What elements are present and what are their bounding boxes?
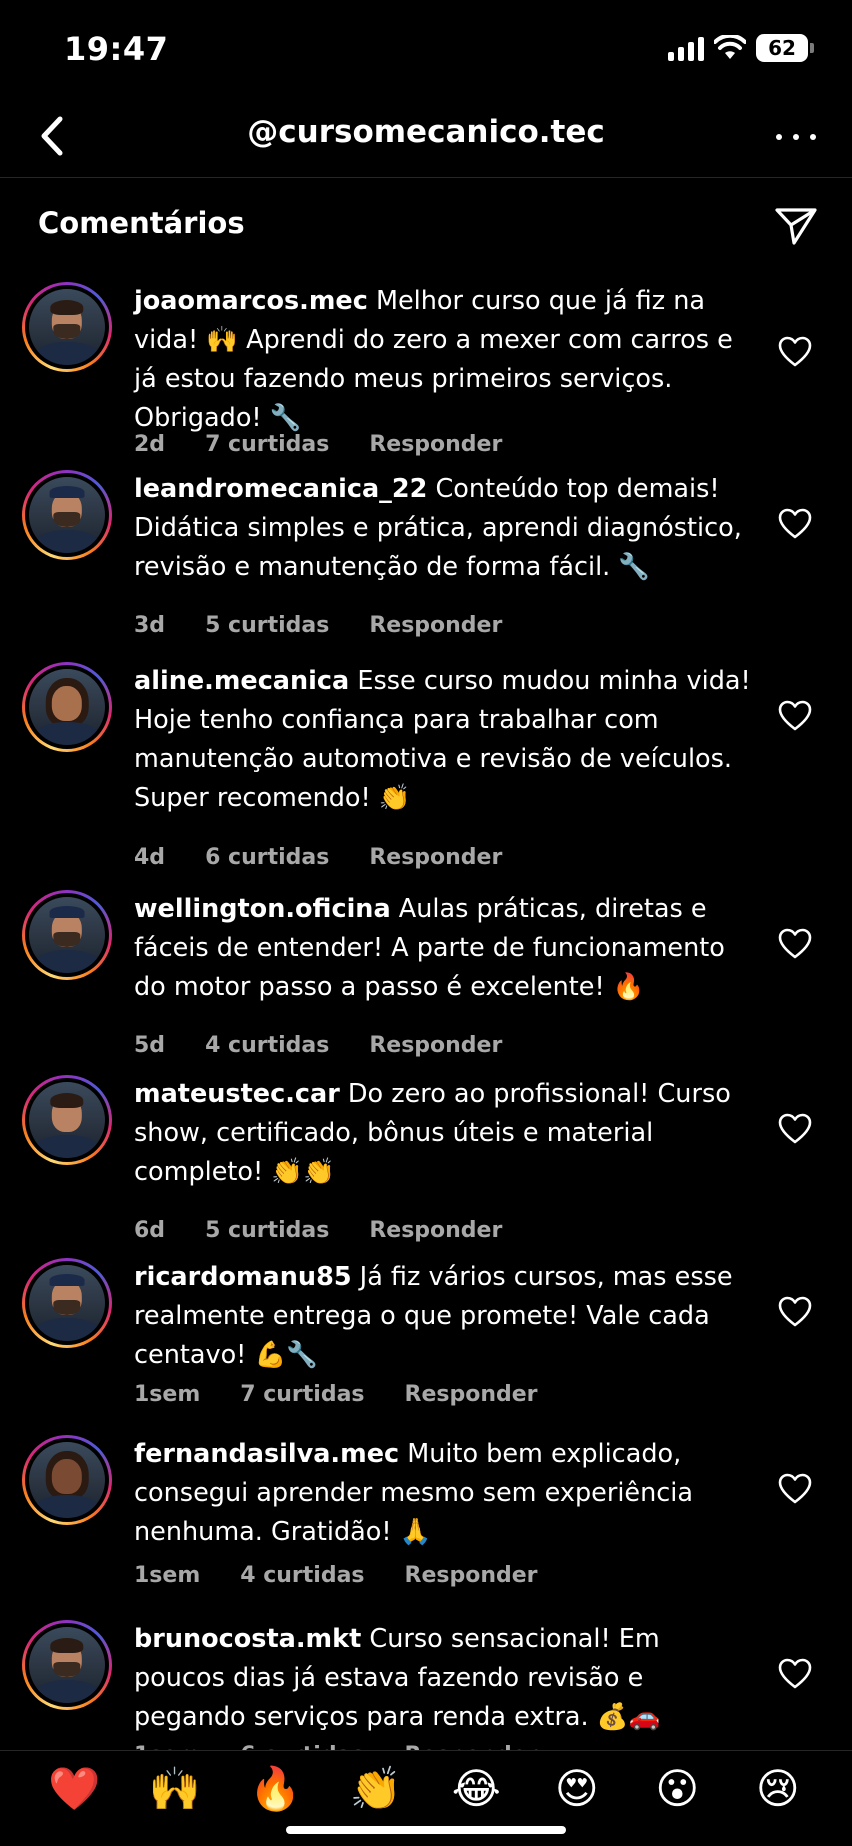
reply-button[interactable]: Responder <box>369 1218 502 1243</box>
comment-likes[interactable]: 7 curtidas <box>240 1382 364 1407</box>
heart-icon[interactable] <box>778 1296 812 1328</box>
heart-icon[interactable] <box>778 1658 812 1690</box>
signal-icon <box>668 35 704 61</box>
comment-username[interactable]: wellington.oficina <box>134 894 391 924</box>
comment-text: leandromecanica_22 Conteúdo top demais! … <box>134 470 754 587</box>
heart-icon[interactable] <box>778 928 812 960</box>
heart-icon[interactable] <box>778 1113 812 1145</box>
home-indicator[interactable] <box>286 1826 566 1834</box>
avatar[interactable] <box>22 1435 112 1525</box>
reaction-sad[interactable]: 😢 <box>748 1763 808 1815</box>
reaction-fire[interactable]: 🔥 <box>245 1763 305 1815</box>
comment-username[interactable]: leandromecanica_22 <box>134 474 427 504</box>
page-title: @cursomecanico.tec <box>247 114 605 150</box>
comment-time: 6d <box>134 1218 166 1243</box>
comment-meta: 2d 7 curtidas Responder <box>134 432 542 457</box>
reaction-surprised[interactable]: 😮 <box>647 1763 707 1815</box>
heart-icon[interactable] <box>778 336 812 368</box>
comment-meta: 1sem 4 curtidas Responder <box>134 1563 578 1588</box>
battery-icon: 62 <box>756 34 814 62</box>
status-bar: 19:47 62 <box>0 0 852 100</box>
reply-button[interactable]: Responder <box>405 1382 538 1407</box>
dot-icon <box>776 134 782 140</box>
avatar[interactable] <box>22 662 112 752</box>
status-icons: 62 <box>668 34 814 62</box>
comment-meta: 3d 5 curtidas Responder <box>134 613 542 638</box>
dot-icon <box>793 134 799 140</box>
comment-username[interactable]: brunocosta.mkt <box>134 1624 361 1654</box>
reply-button[interactable]: Responder <box>369 432 502 457</box>
comment-meta: 6d 5 curtidas Responder <box>134 1218 542 1243</box>
comment-time: 5d <box>134 1033 166 1058</box>
avatar[interactable] <box>22 1258 112 1348</box>
comment-text: mateustec.car Do zero ao profissional! C… <box>134 1075 754 1192</box>
avatar[interactable] <box>22 890 112 980</box>
comment-meta: 1sem 7 curtidas Responder <box>134 1382 578 1407</box>
avatar[interactable] <box>22 282 112 372</box>
dot-icon <box>810 134 816 140</box>
heart-icon[interactable] <box>778 700 812 732</box>
heart-icon[interactable] <box>778 508 812 540</box>
comment-meta: 4d 6 curtidas Responder <box>134 845 542 870</box>
comment-username[interactable]: fernandasilva.mec <box>134 1439 399 1469</box>
reaction-heart-eyes[interactable]: 😍 <box>547 1763 607 1815</box>
comment-text: fernandasilva.mec Muito bem explicado, c… <box>134 1435 754 1552</box>
more-options-button[interactable] <box>776 122 816 152</box>
comment-likes[interactable]: 4 curtidas <box>240 1563 364 1588</box>
comment-text: aline.mecanica Esse curso mudou minha vi… <box>134 662 754 818</box>
comments-title: Comentários <box>38 206 245 240</box>
wifi-icon <box>714 35 746 59</box>
avatar[interactable] <box>22 1075 112 1165</box>
comment-username[interactable]: ricardomanu85 <box>134 1262 352 1292</box>
status-time: 19:47 <box>64 30 169 68</box>
avatar[interactable] <box>22 1620 112 1710</box>
comment-likes[interactable]: 6 curtidas <box>205 845 329 870</box>
comment-text: wellington.oficina Aulas práticas, diret… <box>134 890 754 1007</box>
avatar[interactable] <box>22 470 112 560</box>
heart-icon[interactable] <box>778 1473 812 1505</box>
comment-username[interactable]: aline.mecanica <box>134 666 349 696</box>
reaction-laugh[interactable]: 😂 <box>446 1763 506 1815</box>
comment-likes[interactable]: 5 curtidas <box>205 1218 329 1243</box>
reply-button[interactable]: Responder <box>369 613 502 638</box>
reply-button[interactable]: Responder <box>405 1563 538 1588</box>
reply-button[interactable]: Responder <box>369 845 502 870</box>
comment-username[interactable]: mateustec.car <box>134 1079 340 1109</box>
reaction-heart[interactable]: ❤️ <box>44 1763 104 1815</box>
reaction-clap[interactable]: 👏 <box>346 1763 406 1815</box>
reaction-row: ❤️ 🙌 🔥 👏 😂 😍 😮 😢 <box>0 1763 852 1815</box>
reaction-raised-hands[interactable]: 🙌 <box>145 1763 205 1815</box>
comment-likes[interactable]: 4 curtidas <box>205 1033 329 1058</box>
comment-time: 4d <box>134 845 166 870</box>
comment-text: brunocosta.mkt Curso sensacional! Em pou… <box>134 1620 754 1737</box>
comment-time: 2d <box>134 432 166 457</box>
comment-time: 1sem <box>134 1382 201 1407</box>
header: @cursomecanico.tec <box>0 100 852 178</box>
reaction-bar: ❤️ 🙌 🔥 👏 😂 😍 😮 😢 <box>0 1750 852 1846</box>
reply-button[interactable]: Responder <box>369 1033 502 1058</box>
comment-time: 1sem <box>134 1563 201 1588</box>
comment-username[interactable]: joaomarcos.mec <box>134 286 368 316</box>
comment-meta: 5d 4 curtidas Responder <box>134 1033 542 1058</box>
comment-text: joaomarcos.mec Melhor curso que já fiz n… <box>134 282 754 438</box>
comment-likes[interactable]: 5 curtidas <box>205 613 329 638</box>
comment-text: ricardomanu85 Já fiz vários cursos, mas … <box>134 1258 754 1375</box>
comment-time: 3d <box>134 613 166 638</box>
comment-likes[interactable]: 7 curtidas <box>205 432 329 457</box>
send-icon[interactable] <box>774 206 818 246</box>
